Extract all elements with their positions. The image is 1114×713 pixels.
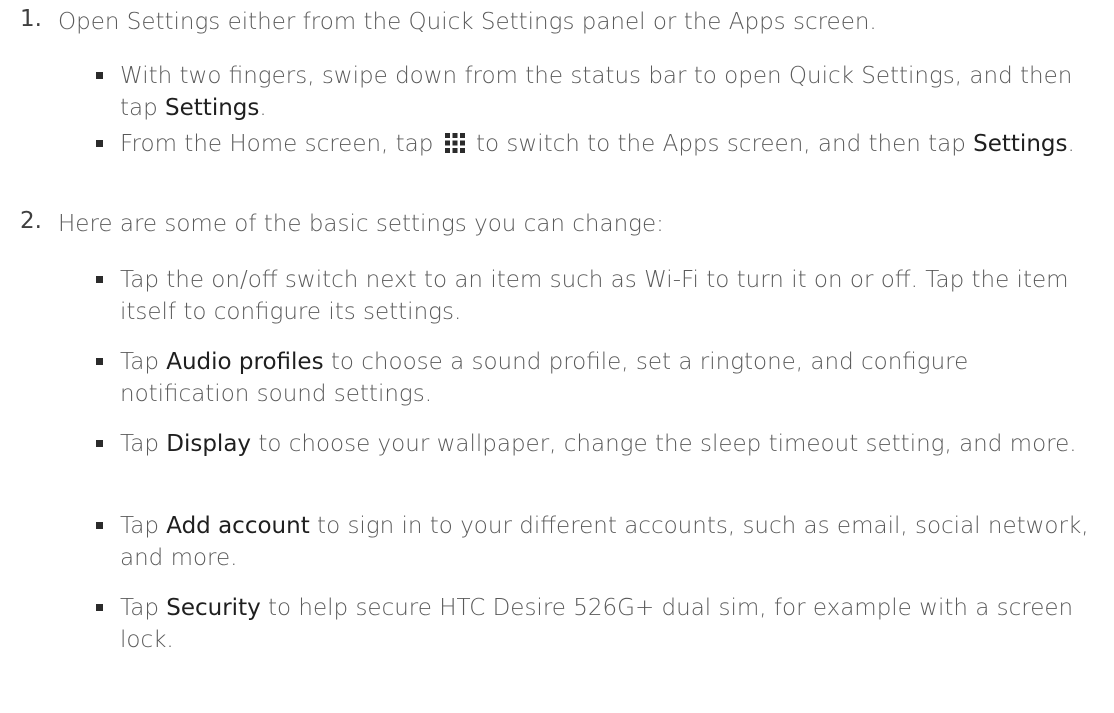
- bullet-text: Tap Display to choose your wallpaper, ch…: [120, 431, 1077, 457]
- security-term: Security: [166, 595, 261, 621]
- settings-term: Settings: [973, 131, 1068, 157]
- add-account-term: Add account: [166, 513, 310, 539]
- bullet-text: With two fingers, swipe down from the st…: [120, 63, 1073, 121]
- bullet-text: Tap the on/off switch next to an item su…: [120, 267, 1069, 325]
- bullet-marker: [96, 440, 103, 447]
- step-number: 2.: [20, 208, 42, 234]
- settings-term: Settings: [165, 95, 260, 121]
- bullet-marker: [96, 140, 103, 147]
- bullet-text: Tap Audio profiles to choose a sound pro…: [120, 349, 969, 407]
- apps-grid-icon: [444, 133, 465, 153]
- bullet-text: Tap Security to help secure HTC Desire 5…: [120, 595, 1074, 653]
- bullet-marker: [96, 522, 103, 529]
- bullet-marker: [96, 72, 103, 79]
- bullet-text: From the Home screen, tap to switch to t…: [120, 131, 1075, 157]
- bullet-marker: [96, 358, 103, 365]
- bullet-marker: [96, 604, 103, 611]
- step-number: 1.: [20, 6, 42, 32]
- audio-profiles-term: Audio profiles: [166, 349, 324, 375]
- step-text: Here are some of the basic settings you …: [58, 211, 664, 237]
- bullet-text: Tap Add account to sign in to your diffe…: [120, 513, 1089, 571]
- step-text: Open Settings either from the Quick Sett…: [58, 9, 877, 35]
- display-term: Display: [166, 431, 252, 457]
- bullet-marker: [96, 276, 103, 283]
